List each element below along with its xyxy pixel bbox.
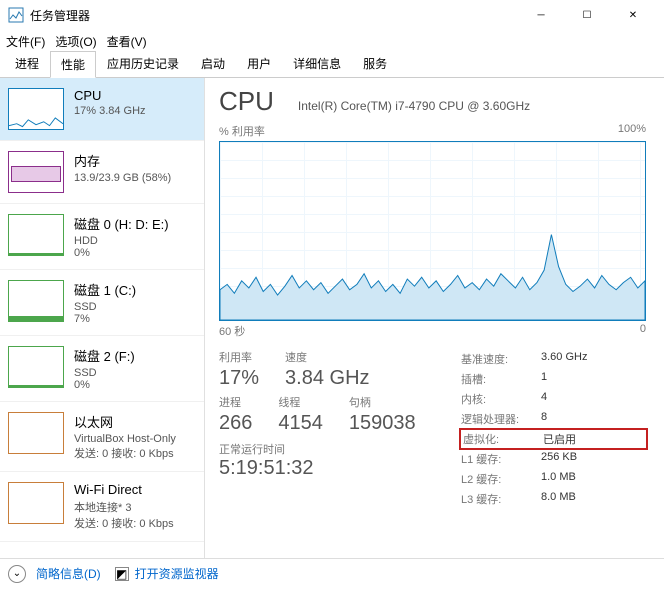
basespeed-v: 3.60 GHz: [541, 351, 587, 367]
brief-info-link[interactable]: 简略信息(D): [36, 565, 101, 582]
lproc-v: 8: [541, 411, 547, 427]
sidebar-item-wifi[interactable]: Wi-Fi Direct 本地连接* 3 发送: 0 接收: 0 Kbps: [0, 472, 204, 542]
resmon-link[interactable]: 打开资源监视器: [135, 565, 219, 582]
sidebar-item-disk0[interactable]: 磁盘 0 (H: D: E:) HDD 0%: [0, 204, 204, 270]
title-bar: 任务管理器 ─ ☐ ✕: [0, 0, 664, 30]
detail-title: CPU: [219, 86, 274, 117]
sidebar-disk0-name: 磁盘 0 (H: D: E:): [74, 214, 169, 233]
sockets-v: 1: [541, 371, 547, 387]
chart-label-topright: 100%: [618, 123, 646, 139]
sidebar-mem-sub: 13.9/23.9 GB (58%): [74, 172, 171, 184]
util-value: 17%: [219, 367, 259, 390]
tab-services[interactable]: 服务: [352, 50, 398, 77]
l1-k: L1 缓存:: [461, 451, 541, 467]
handle-label: 句柄: [349, 394, 416, 410]
proc-label: 进程: [219, 394, 252, 410]
menu-bar: 文件(F) 选项(O) 查看(V): [0, 30, 664, 52]
close-button[interactable]: ✕: [610, 0, 656, 30]
speed-label: 速度: [285, 349, 369, 365]
sidebar-item-ethernet[interactable]: 以太网 VirtualBox Host-Only 发送: 0 接收: 0 Kbp…: [0, 402, 204, 472]
maximize-button[interactable]: ☐: [564, 0, 610, 30]
sidebar-disk0-sub1: HDD: [74, 235, 169, 247]
menu-file[interactable]: 文件(F): [6, 33, 45, 50]
l3-v: 8.0 MB: [541, 491, 576, 507]
basespeed-k: 基准速度:: [461, 351, 541, 367]
sidebar-disk2-sub2: 0%: [74, 379, 135, 391]
chart-label-bottomleft: 60 秒: [219, 323, 245, 339]
tab-startup[interactable]: 启动: [190, 50, 236, 77]
chart-label-bottomright: 0: [640, 323, 646, 339]
resmon-icon[interactable]: ◩: [115, 567, 129, 581]
sidebar-eth-sub2: 发送: 0 接收: 0 Kbps: [74, 445, 176, 461]
sidebar-mem-name: 内存: [74, 151, 171, 170]
cores-k: 内核:: [461, 391, 541, 407]
memory-thumb-icon: [8, 151, 64, 193]
wifi-thumb-icon: [8, 482, 64, 524]
cpu-model: Intel(R) Core(TM) i7-4790 CPU @ 3.60GHz: [298, 99, 530, 113]
cores-v: 4: [541, 391, 547, 407]
sidebar-cpu-name: CPU: [74, 88, 146, 103]
sidebar-item-cpu[interactable]: CPU 17% 3.84 GHz: [0, 78, 204, 141]
lproc-k: 逻辑处理器:: [461, 411, 541, 427]
tab-users[interactable]: 用户: [236, 50, 282, 77]
window-title: 任务管理器: [30, 7, 90, 24]
cpu-thumb-icon: [8, 88, 64, 130]
tab-bar: 进程 性能 应用历史记录 启动 用户 详细信息 服务: [0, 52, 664, 78]
detail-pane: CPU Intel(R) Core(TM) i7-4790 CPU @ 3.60…: [205, 78, 664, 558]
sidebar-disk2-name: 磁盘 2 (F:): [74, 346, 135, 365]
l2-k: L2 缓存:: [461, 471, 541, 487]
menu-options[interactable]: 选项(O): [55, 33, 96, 50]
l3-k: L3 缓存:: [461, 491, 541, 507]
disk1-thumb-icon: [8, 280, 64, 322]
uptime-value: 5:19:51:32: [219, 457, 461, 480]
menu-view[interactable]: 查看(V): [107, 33, 147, 50]
l1-v: 256 KB: [541, 451, 577, 467]
virt-v: 已启用: [543, 431, 576, 447]
sidebar-eth-name: 以太网: [74, 412, 176, 431]
disk2-thumb-icon: [8, 346, 64, 388]
sidebar-item-disk1[interactable]: 磁盘 1 (C:) SSD 7%: [0, 270, 204, 336]
sidebar-cpu-sub: 17% 3.84 GHz: [74, 105, 146, 117]
tab-details[interactable]: 详细信息: [282, 50, 352, 77]
sidebar-disk2-sub1: SSD: [74, 367, 135, 379]
sidebar-eth-sub1: VirtualBox Host-Only: [74, 433, 176, 445]
handle-value: 159038: [349, 412, 416, 435]
footer: ⌄ 简略信息(D) ◩ 打开资源监视器: [0, 558, 664, 588]
sidebar-item-memory[interactable]: 内存 13.9/23.9 GB (58%): [0, 141, 204, 204]
sockets-k: 插槽:: [461, 371, 541, 387]
uptime-label: 正常运行时间: [219, 441, 461, 457]
sidebar-wifi-sub2: 发送: 0 接收: 0 Kbps: [74, 515, 174, 531]
tab-performance[interactable]: 性能: [50, 51, 96, 78]
app-icon: [8, 7, 24, 23]
virt-k: 虚拟化:: [463, 431, 543, 447]
sidebar-wifi-name: Wi-Fi Direct: [74, 482, 174, 497]
sidebar-wifi-sub1: 本地连接* 3: [74, 499, 174, 515]
l2-v: 1.0 MB: [541, 471, 576, 487]
ethernet-thumb-icon: [8, 412, 64, 454]
sidebar-disk1-sub1: SSD: [74, 301, 136, 313]
sidebar[interactable]: CPU 17% 3.84 GHz 内存 13.9/23.9 GB (58%) 磁…: [0, 78, 205, 558]
minimize-button[interactable]: ─: [518, 0, 564, 30]
sidebar-item-disk2[interactable]: 磁盘 2 (F:) SSD 0%: [0, 336, 204, 402]
sidebar-disk1-name: 磁盘 1 (C:): [74, 280, 136, 299]
disk0-thumb-icon: [8, 214, 64, 256]
speed-value: 3.84 GHz: [285, 367, 369, 390]
sidebar-disk1-sub2: 7%: [74, 313, 136, 325]
thread-label: 线程: [278, 394, 323, 410]
chevron-down-icon[interactable]: ⌄: [8, 565, 26, 583]
tab-processes[interactable]: 进程: [4, 50, 50, 77]
util-label: 利用率: [219, 349, 259, 365]
tab-history[interactable]: 应用历史记录: [96, 50, 190, 77]
chart-label-topleft: % 利用率: [219, 123, 265, 139]
virtualization-row: 虚拟化:已启用: [459, 428, 648, 450]
thread-value: 4154: [278, 412, 323, 435]
sidebar-disk0-sub2: 0%: [74, 247, 169, 259]
proc-value: 266: [219, 412, 252, 435]
cpu-chart: [219, 141, 646, 321]
